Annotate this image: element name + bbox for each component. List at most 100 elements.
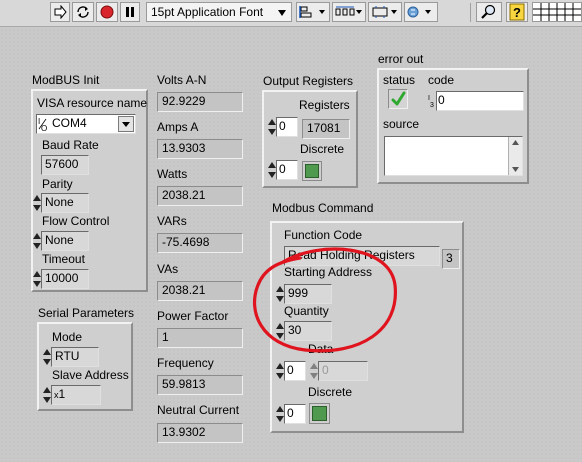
help-button[interactable]: ? <box>506 2 528 22</box>
registers-index-spinner[interactable] <box>268 118 276 136</box>
chevron-down-icon <box>122 122 130 127</box>
data-index-spinner[interactable] <box>276 362 284 380</box>
distribute-objects-button[interactable] <box>332 2 366 22</box>
visa-dropdown-button[interactable] <box>118 116 134 132</box>
flow-control-value: None <box>45 233 74 247</box>
registers-value-indicator: 17081 <box>302 119 350 139</box>
toolbar: 15pt Application Font ? <box>0 0 582 27</box>
registers-label: Registers <box>299 98 350 112</box>
timeout-control[interactable]: 10000 <box>41 269 89 289</box>
command-discrete-led[interactable] <box>309 403 330 424</box>
spinner-arrows-icon <box>276 286 284 302</box>
parity-value: None <box>45 195 74 209</box>
spinner-arrows-icon <box>33 233 41 249</box>
output-discrete-label: Discrete <box>300 142 345 156</box>
align-icon <box>299 6 325 18</box>
visa-io-icon: IO <box>38 117 47 132</box>
spinner-arrows-icon <box>43 387 51 403</box>
data-value-spinner[interactable] <box>310 362 318 380</box>
baud-rate-value: 57600 <box>45 157 79 171</box>
spinner-arrows-icon <box>310 363 318 379</box>
mode-label: Mode <box>52 330 83 344</box>
font-select-label: 15pt Application Font <box>151 5 264 19</box>
function-code-value: Read Holding Registers <box>288 248 415 262</box>
data-index-control[interactable]: 0 <box>284 361 306 381</box>
mode-spinner[interactable] <box>43 348 51 366</box>
svg-text:I: I <box>428 95 430 102</box>
led-indicator <box>312 406 327 421</box>
command-discrete-index-spinner[interactable] <box>276 405 284 423</box>
registers-index-value: 0 <box>279 119 286 133</box>
data-value: 0 <box>322 363 329 377</box>
frequency-indicator: 59.9813 <box>157 375 243 395</box>
spinner-arrows-icon <box>268 119 276 135</box>
pause-icon <box>126 7 134 17</box>
flow-control-control[interactable]: None <box>41 231 89 251</box>
align-objects-button[interactable] <box>296 2 330 22</box>
run-arrow-icon <box>54 5 67 19</box>
svg-text:3: 3 <box>430 102 434 109</box>
baud-rate-control[interactable]: 57600 <box>41 155 89 175</box>
quantity-label: Quantity <box>284 304 329 318</box>
source-indicator <box>384 136 523 176</box>
slave-address-control[interactable]: x1 <box>51 385 101 405</box>
resize-icon <box>372 6 397 18</box>
visa-resource-value: COM4 <box>52 116 87 130</box>
slave-address-value: 1 <box>58 387 66 401</box>
amps-a-indicator: 13.9303 <box>157 139 243 159</box>
spinner-arrows-icon <box>276 406 284 422</box>
frequency-label: Frequency <box>157 356 214 370</box>
serial-parameters-title: Serial Parameters <box>38 306 135 320</box>
starting-address-spinner[interactable] <box>276 285 284 303</box>
slave-address-label: Slave Address <box>52 368 129 382</box>
search-button[interactable] <box>476 2 502 22</box>
reorder-button[interactable] <box>404 2 438 22</box>
mode-value: RTU <box>55 349 80 363</box>
resize-objects-button[interactable] <box>368 2 402 22</box>
function-code-control[interactable]: Read Holding Registers <box>284 246 440 266</box>
command-discrete-index-control[interactable]: 0 <box>284 404 306 424</box>
timeout-spinner[interactable] <box>33 270 41 288</box>
abort-icon <box>100 5 114 19</box>
parity-spinner[interactable] <box>33 194 41 212</box>
source-label: source <box>383 117 420 131</box>
quantity-value: 30 <box>288 323 302 337</box>
modbus-command-title: Modbus Command <box>272 201 374 215</box>
spinner-arrows-icon <box>276 363 284 379</box>
context-help-grid[interactable] <box>532 2 582 22</box>
parity-control[interactable]: None <box>41 193 89 213</box>
run-continuously-button[interactable] <box>72 2 94 22</box>
font-select[interactable]: 15pt Application Font <box>146 2 292 22</box>
data-value-control[interactable]: 0 <box>318 361 368 381</box>
quantity-control[interactable]: 30 <box>284 321 332 341</box>
watts-label: Watts <box>157 167 188 181</box>
registers-index-control[interactable]: 0 <box>276 117 298 137</box>
run-arrow-button[interactable] <box>50 2 70 22</box>
starting-address-control[interactable]: 999 <box>284 284 332 304</box>
source-scrollbar[interactable] <box>508 137 522 175</box>
led-indicator <box>305 164 319 178</box>
modbus-init-title: ModBUS Init <box>32 73 100 87</box>
mode-control[interactable]: RTU <box>51 347 99 367</box>
scroll-arrows-icon <box>512 140 519 172</box>
amps-a-label: Amps A <box>157 120 199 134</box>
grid-icon <box>533 3 581 21</box>
output-discrete-index-spinner[interactable] <box>268 161 276 179</box>
flow-control-spinner[interactable] <box>33 232 41 250</box>
code-value: 0 <box>438 93 445 107</box>
output-discrete-index-control[interactable]: 0 <box>276 160 298 180</box>
vars-indicator: -75.4698 <box>157 233 243 253</box>
abort-button[interactable] <box>96 2 118 22</box>
output-discrete-led <box>302 161 322 181</box>
starting-address-label: Starting Address <box>284 265 373 279</box>
spinner-arrows-icon <box>33 271 41 287</box>
starting-address-value: 999 <box>288 286 309 300</box>
output-registers-title: Output Registers <box>263 74 354 88</box>
output-discrete-index-value: 0 <box>279 162 286 176</box>
code-label: code <box>428 73 455 87</box>
pause-button[interactable] <box>120 2 140 22</box>
quantity-spinner[interactable] <box>276 322 284 340</box>
volts-a-n-indicator: 92.9229 <box>157 92 243 112</box>
slave-address-spinner[interactable] <box>43 386 51 404</box>
power-factor-indicator: 1 <box>157 328 243 348</box>
